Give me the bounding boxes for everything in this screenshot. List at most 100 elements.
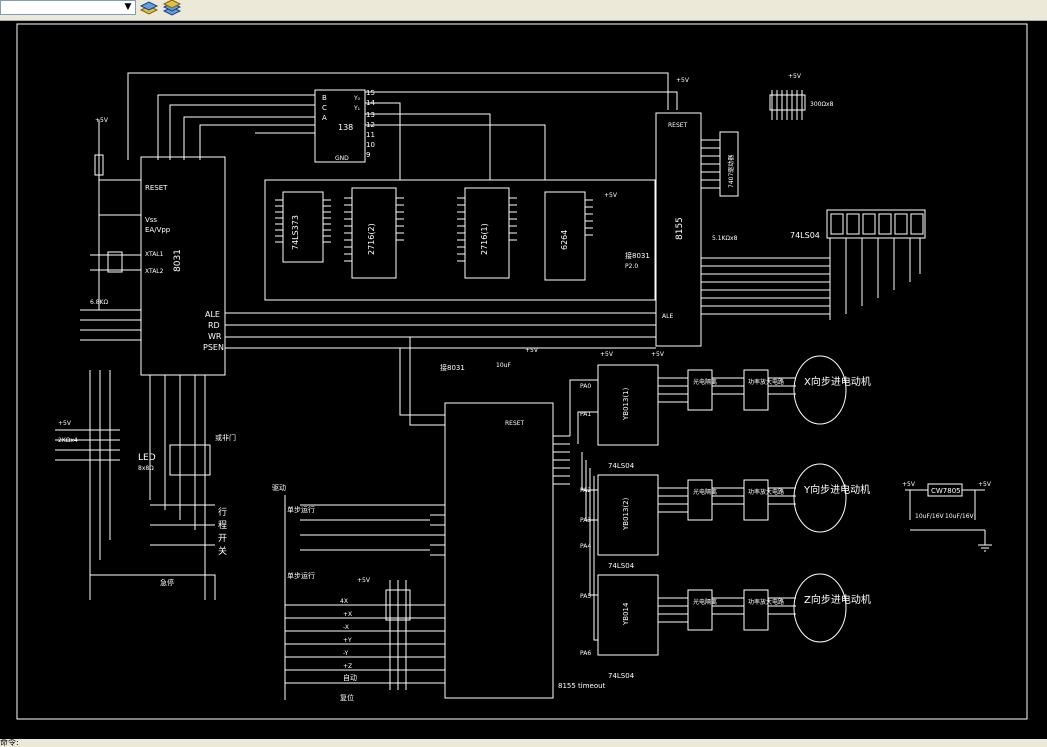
led-res-label: 2KΩx4 [58, 437, 78, 444]
schematic: 8031 RESET Vss EA/Vpp XTAL1 XTAL2 ALE RD… [16, 23, 1028, 720]
chevron-down-icon[interactable]: ▼ [121, 1, 135, 14]
seven-segment-display: 74LS04 5.1KΩx8 [712, 209, 926, 320]
motor-x-label: X向步进电动机 [804, 375, 871, 388]
inv-3-label: 74LS04 [608, 672, 635, 680]
schematic-text: C [322, 104, 327, 112]
led-block [55, 309, 216, 600]
motor-x-stage: 光电隔离 功率放大电路 X向步进电动机 [658, 355, 871, 425]
stop-label: 急停 [160, 578, 174, 587]
amp-x-label: 功率放大电路 [748, 378, 784, 386]
driver-y-label: YB013(2) [622, 497, 630, 531]
regulator-label: CW7805 [931, 487, 961, 495]
led-label: LED [138, 453, 156, 463]
layer-combobox[interactable]: ▼ [0, 0, 136, 15]
drawing-canvas[interactable]: 8031 RESET Vss EA/Vpp XTAL1 XTAL2 ALE RD… [0, 21, 1047, 743]
amp-y-label: 功率放大电路 [748, 488, 784, 496]
inv-1-label: 74LS04 [608, 462, 635, 470]
mcu-xtal1-label: XTAL1 [145, 251, 164, 258]
axis-key-labels: +X -X +Y -Y +Z [343, 611, 352, 670]
decoder-label: 138 [338, 123, 353, 132]
display-inverter-label: 74LS04 [790, 231, 820, 240]
reset-sw-label: 复位 [340, 693, 354, 702]
pio2-timeout-label: 8155 timeout [558, 682, 606, 690]
schematic-text: +Y [343, 637, 352, 644]
key-vcc-label: +5V [357, 577, 371, 584]
schematic-text: +X [343, 611, 352, 618]
schematic-text: PA4 [580, 543, 591, 550]
pio-8155-upper: 8155 RESET ALE 接8031 P2.0 +5V [625, 77, 830, 347]
schematic-text: 行 [218, 506, 227, 518]
mcu-label: 8031 [173, 249, 183, 272]
fwd-run-label: 单步运行 [287, 505, 315, 514]
schematic-text: 11 [366, 131, 375, 139]
key-switches [284, 495, 430, 700]
led-vcc-label: +5V [58, 420, 72, 427]
schematic-text: Y₁ [353, 105, 361, 112]
ram-vcc-label: +5V [604, 192, 618, 199]
pio1-p20-label: P2.0 [625, 263, 638, 270]
pio1-label: 8155 [675, 217, 685, 240]
layer-states-button[interactable] [162, 0, 182, 16]
latch-label: 74LS373 [291, 215, 300, 250]
opto-z-label: 光电隔离 [693, 598, 717, 606]
reset-vcc-label: +5V [95, 117, 109, 124]
auto-label: 自动 [343, 673, 357, 682]
schematic-text: PA2 [580, 487, 591, 494]
seg-r-label: 300Ωx8 [810, 101, 834, 108]
eprom-2716-2: 2716(2) [344, 187, 404, 279]
schematic-text: PA1 [580, 411, 591, 418]
led-r-label: 8x8Ω [138, 465, 154, 472]
rev-run-label: 单步运行 [287, 571, 315, 580]
reg-cap2-label: 10uF/16V [945, 513, 975, 520]
seg-vcc-label: +5V [788, 73, 802, 80]
eprom1-label: 2716(2) [367, 223, 376, 255]
schematic-text: 13 [366, 111, 375, 119]
inv-2-label: 74LS04 [608, 562, 635, 570]
pio1-vcc-label: +5V [676, 77, 690, 84]
pio2-reset-label: RESET [505, 420, 525, 427]
mcu-wr-label: WR [208, 332, 222, 341]
schematic-text: +Z [343, 663, 352, 670]
pio2-vcc-label: +5V [525, 347, 539, 354]
motor-z-label: Z向步进电动机 [804, 593, 871, 606]
opto-x-label: 光电隔离 [693, 378, 717, 386]
schematic-text: PA3 [580, 517, 591, 524]
opto-y-label: 光电隔离 [693, 488, 717, 496]
drv-vcc2-label: +5V [651, 351, 665, 358]
and-gate-label: 或非门 [215, 433, 236, 442]
mcu-ale-label: ALE [205, 310, 220, 319]
command-prompt: 命令: [0, 738, 19, 747]
layers-stack-icon [162, 0, 182, 16]
pio2-cap-label: 10uF [496, 362, 511, 369]
mcu-rd-label: RD [208, 321, 220, 330]
command-line[interactable]: 命令: [0, 739, 1047, 747]
pio1-reset-label: RESET [668, 122, 688, 129]
schematic-text: 关 [218, 545, 227, 557]
schematic-text: PA5 [580, 593, 591, 600]
schematic-text: 15 [366, 89, 375, 97]
schematic-text: PA6 [580, 650, 591, 657]
motor-y-stage: 光电隔离 功率放大电路 Y向步进电动机 [658, 463, 870, 533]
schematic-text: 开 [218, 533, 227, 544]
drive-label: 驱动 [272, 483, 286, 492]
schematic-text: -Y [343, 650, 348, 657]
limit-switch-labels: 行 程 开 关 [218, 506, 227, 557]
schematic-text: GND [335, 155, 349, 162]
mcu-vss-label: Vss [145, 216, 157, 224]
stepper-drivers: YB013(1) YB013(2) YB014 74LS04 74LS04 74… [597, 364, 659, 680]
ram-label: 6264 [560, 230, 569, 250]
layers-icon [139, 1, 159, 15]
driver-7407: 7407驱动器 [719, 131, 739, 197]
layer-previous-button[interactable] [139, 0, 159, 16]
schematic-text: B [322, 94, 327, 102]
key-4x-label: 4X [340, 598, 348, 605]
mcu-psen-label: PSEN [203, 343, 224, 352]
ram-6264: 6264 +5V [544, 191, 618, 281]
driver-label: 7407驱动器 [728, 155, 735, 188]
schematic-text: -X [343, 624, 349, 631]
schematic-text: A [322, 114, 327, 122]
toolbar: ▼ [0, 0, 1047, 21]
reset-circuit [90, 120, 141, 310]
pa-connections [569, 379, 598, 641]
eprom2-label: 2716(1) [480, 223, 489, 255]
